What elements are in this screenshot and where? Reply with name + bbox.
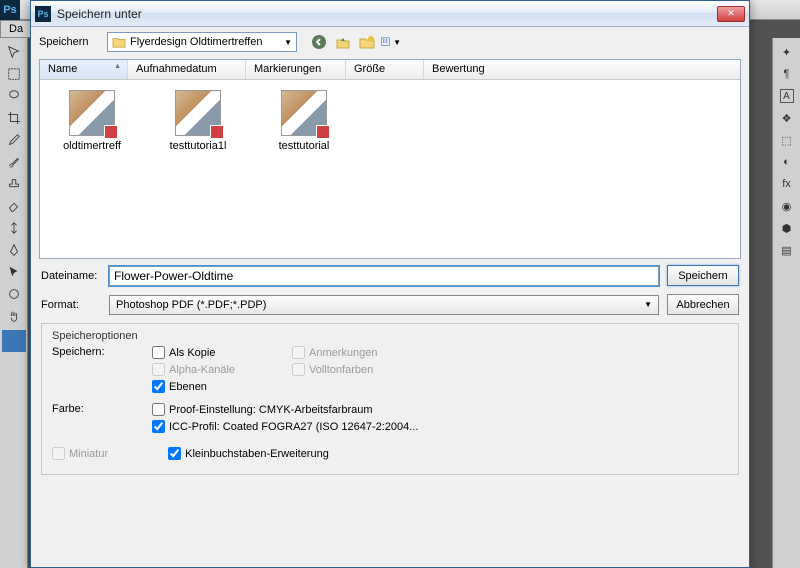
new-folder-button[interactable] (357, 32, 377, 52)
file-item[interactable]: testtutorial (266, 90, 342, 152)
crop-tool-icon[interactable] (2, 108, 26, 128)
panel-icon[interactable]: ⬢ (775, 218, 799, 238)
annotations-checkbox: Anmerkungen (292, 346, 378, 359)
cancel-button[interactable]: Abbrechen (667, 294, 739, 315)
eraser-tool-icon[interactable] (2, 196, 26, 216)
close-button[interactable]: ✕ (717, 6, 745, 22)
color-section-label: Farbe: (52, 403, 152, 433)
view-menu-button[interactable]: ▼ (381, 32, 401, 52)
panel-icon[interactable]: ⬚ (775, 130, 799, 150)
panel-icon[interactable]: ◐ (775, 152, 799, 172)
layers-checkbox[interactable]: Ebenen (152, 380, 292, 393)
pointer-tool-icon[interactable] (2, 262, 26, 282)
pdf-thumbnail-icon (175, 90, 221, 136)
save-as-dialog: Ps Speichern unter ✕ Speichern Flyerdesi… (30, 0, 750, 568)
chevron-down-icon: ▼ (644, 300, 652, 309)
alpha-checkbox: Alpha-Kanäle (152, 363, 292, 376)
shape-tool-icon[interactable] (2, 284, 26, 304)
panel-icon[interactable]: fx (775, 174, 799, 194)
file-list[interactable]: Name▲ Aufnahmedatum Markierungen Größe B… (39, 59, 741, 259)
document-tab[interactable]: Da (0, 20, 32, 38)
folder-icon (112, 36, 126, 48)
gradient-tool-icon[interactable] (2, 218, 26, 238)
eyedropper-tool-icon[interactable] (2, 130, 26, 150)
chevron-down-icon: ▼ (284, 38, 292, 47)
icc-checkbox[interactable]: ICC-Profil: Coated FOGRA27 (ISO 12647-2:… (152, 420, 418, 433)
left-toolbar (0, 38, 28, 568)
panel-icon[interactable]: ❖ (775, 108, 799, 128)
save-options-group: Speicheroptionen Speichern: Als Kopie Al… (41, 323, 739, 475)
location-label: Speichern (39, 36, 99, 48)
pdf-thumbnail-icon (281, 90, 327, 136)
panel-icon[interactable]: ✦ (775, 42, 799, 62)
file-item[interactable]: oldtimertreff (54, 90, 130, 152)
col-size[interactable]: Größe (346, 60, 424, 79)
pen-tool-icon[interactable] (2, 240, 26, 260)
panel-icon[interactable]: ◉ (775, 196, 799, 216)
lasso-tool-icon[interactable] (2, 86, 26, 106)
col-date[interactable]: Aufnahmedatum (128, 60, 246, 79)
folder-name: Flyerdesign Oldtimertreffen (130, 36, 262, 48)
panel-icon[interactable]: ¶ (775, 64, 799, 84)
save-section-label: Speichern: (52, 346, 152, 393)
hand-tool-icon[interactable] (2, 306, 26, 326)
move-tool-icon[interactable] (2, 42, 26, 62)
location-combo[interactable]: Flyerdesign Oldtimertreffen ▼ (107, 32, 297, 52)
format-combo[interactable]: Photoshop PDF (*.PDF;*.PDP)▼ (109, 295, 659, 315)
options-legend: Speicheroptionen (52, 330, 728, 342)
thumbnail-checkbox: Miniatur (52, 447, 108, 460)
back-button[interactable] (309, 32, 329, 52)
file-name: testtutorial (266, 140, 342, 152)
app-icon: Ps (35, 6, 51, 22)
as-copy-checkbox[interactable]: Als Kopie (152, 346, 292, 359)
format-label: Format: (41, 299, 101, 311)
column-headers: Name▲ Aufnahmedatum Markierungen Größe B… (40, 60, 740, 80)
titlebar[interactable]: Ps Speichern unter ✕ (31, 1, 749, 27)
col-tags[interactable]: Markierungen (246, 60, 346, 79)
up-button[interactable] (333, 32, 353, 52)
right-toolbar: ✦ ¶ A ❖ ⬚ ◐ fx ◉ ⬢ ▤ (772, 38, 800, 568)
save-button[interactable]: Speichern (667, 265, 739, 286)
panel-icon[interactable]: ▤ (775, 240, 799, 260)
col-name[interactable]: Name▲ (40, 60, 128, 79)
brush-tool-icon[interactable] (2, 152, 26, 172)
file-name: oldtimertreff (54, 140, 130, 152)
spot-checkbox: Volltonfarben (292, 363, 378, 376)
marquee-tool-icon[interactable] (2, 64, 26, 84)
dialog-title: Speichern unter (57, 7, 717, 21)
ps-logo-icon: Ps (0, 0, 20, 20)
col-rating[interactable]: Bewertung (424, 60, 740, 79)
foreground-color-swatch[interactable] (2, 330, 26, 352)
proof-checkbox[interactable]: Proof-Einstellung: CMYK-Arbeitsfarbraum (152, 403, 418, 416)
file-name: testtutoria1l (160, 140, 236, 152)
file-item[interactable]: testtutoria1l (160, 90, 236, 152)
filename-input[interactable] (109, 266, 659, 286)
stamp-tool-icon[interactable] (2, 174, 26, 194)
filename-label: Dateiname: (41, 270, 101, 282)
panel-icon[interactable]: A (780, 89, 794, 103)
lowercase-ext-checkbox[interactable]: Kleinbuchstaben-Erweiterung (168, 447, 329, 460)
pdf-thumbnail-icon (69, 90, 115, 136)
